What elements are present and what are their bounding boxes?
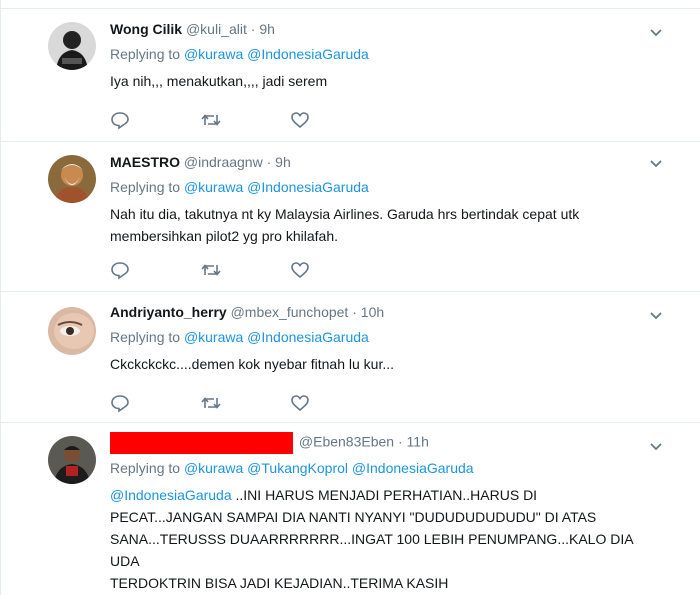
replying-to: Replying to @kurawa @IndonesiaGaruda bbox=[110, 327, 660, 347]
tweet-text: @IndonesiaGaruda ..INI HARUS MENJADI PER… bbox=[110, 484, 660, 594]
timestamp[interactable]: 9h bbox=[275, 154, 291, 170]
tweet-text-line: PECAT...JANGAN SAMPAI DIA NANTI NYANYI "… bbox=[110, 509, 597, 525]
separator-dot: · bbox=[266, 154, 272, 170]
tweet-header: MAESTRO @indraagnw · 9h bbox=[110, 153, 660, 171]
reply-icon bbox=[111, 112, 129, 130]
mention-link[interactable]: @IndonesiaGaruda bbox=[352, 460, 474, 476]
mention-link[interactable]: @IndonesiaGaruda bbox=[247, 329, 369, 345]
tweet-text-line: membersihkan pilot2 yg pro khilafah. bbox=[110, 228, 339, 244]
chevron-down-icon[interactable] bbox=[648, 25, 664, 41]
mention-link[interactable]: @kurawa bbox=[184, 179, 243, 195]
tweet-header: Wong Cilik @kuli_alit · 9h bbox=[110, 20, 660, 38]
tweet-text: Nah itu dia, takutnya nt ky Malaysia Air… bbox=[110, 203, 660, 247]
avatar-wong-cilik[interactable] bbox=[48, 22, 96, 70]
separator-dot: · bbox=[352, 304, 357, 320]
user-handle[interactable]: @indraagnw bbox=[184, 154, 263, 170]
reply-button[interactable] bbox=[110, 110, 200, 132]
chevron-down-icon[interactable] bbox=[648, 308, 664, 324]
replying-to: Replying to @kurawa @IndonesiaGaruda bbox=[110, 177, 660, 197]
separator-dot: · bbox=[250, 21, 256, 37]
reply-button[interactable] bbox=[110, 260, 200, 282]
avatar-maestro[interactable] bbox=[48, 155, 96, 203]
mention-link[interactable]: @kurawa bbox=[184, 46, 243, 62]
reply-button[interactable] bbox=[110, 393, 200, 415]
timestamp[interactable]: 11h bbox=[407, 434, 429, 450]
replying-to: Replying to @kurawa @TukangKoprol @Indon… bbox=[110, 458, 660, 478]
tweet-text-line: SANA...TERUSSS DUAARRRRRRR...INGAT 100 L… bbox=[110, 531, 633, 569]
user-handle[interactable]: @mbex_funchopet bbox=[231, 304, 349, 320]
separator-dot: · bbox=[397, 433, 403, 450]
replying-to-label: Replying to bbox=[110, 460, 181, 476]
tweet-text-line: Nah itu dia, takutnya nt ky Malaysia Air… bbox=[110, 206, 580, 222]
redacted-name bbox=[110, 432, 293, 454]
tweet-text-fragment: ..INI HARUS MENJADI PERHATIAN..HARUS DI bbox=[231, 487, 538, 503]
tweet-header: Andriyanto_herry @mbex_funchopet · 10h bbox=[110, 303, 660, 321]
like-button[interactable] bbox=[290, 110, 380, 132]
like-icon bbox=[291, 395, 309, 412]
display-name[interactable]: Wong Cilik bbox=[110, 21, 182, 37]
user-handle[interactable]: @Eben83Eben bbox=[299, 434, 394, 450]
user-handle[interactable]: @kuli_alit bbox=[186, 21, 247, 37]
chevron-down-icon[interactable] bbox=[648, 156, 664, 172]
tweet-3[interactable]: Andriyanto_herry @mbex_funchopet · 10h R… bbox=[0, 292, 700, 423]
tweet-2[interactable]: MAESTRO @indraagnw · 9h Replying to @kur… bbox=[0, 142, 700, 292]
reply-icon bbox=[111, 262, 129, 280]
mention-link[interactable]: @IndonesiaGaruda bbox=[247, 179, 369, 195]
replying-to-label: Replying to bbox=[110, 179, 181, 195]
like-icon bbox=[291, 112, 309, 129]
retweet-button[interactable] bbox=[200, 260, 290, 282]
tweet-text: Iya nih,,, menakutkan,,,, jadi serem bbox=[110, 73, 328, 89]
retweet-icon bbox=[201, 114, 221, 126]
avatar-eben83eben[interactable] bbox=[48, 436, 96, 484]
mention-link[interactable]: @TukangKoprol bbox=[247, 460, 348, 476]
display-name[interactable]: Andriyanto_herry bbox=[110, 304, 227, 320]
retweet-icon bbox=[201, 397, 221, 409]
mention-link[interactable]: @IndonesiaGaruda bbox=[247, 46, 369, 62]
mention-link[interactable]: @kurawa bbox=[184, 329, 243, 345]
replying-to-label: Replying to bbox=[110, 329, 181, 345]
retweet-icon bbox=[201, 264, 221, 276]
tweet-text-line: @IndonesiaGaruda ..INI HARUS MENJADI PER… bbox=[110, 484, 660, 506]
like-button[interactable] bbox=[290, 393, 380, 415]
replying-to: Replying to @kurawa @IndonesiaGaruda bbox=[110, 44, 660, 64]
tweet-text-line: TERDOKTRIN BISA JADI KEJADIAN..TERIMA KA… bbox=[110, 575, 449, 591]
retweet-button[interactable] bbox=[200, 110, 290, 132]
tweet-text: Ckckckckc....demen kok nyebar fitnah lu … bbox=[110, 356, 395, 372]
chevron-down-icon[interactable] bbox=[648, 439, 664, 455]
retweet-button[interactable] bbox=[200, 393, 290, 415]
tweet-header: @Eben83Eben · 11h bbox=[110, 432, 660, 454]
tweet-1[interactable]: Wong Cilik @kuli_alit · 9h Replying to @… bbox=[0, 9, 700, 142]
display-name[interactable]: MAESTRO bbox=[110, 154, 180, 170]
avatar-andriyanto-herry[interactable] bbox=[48, 307, 96, 355]
reply-icon bbox=[111, 395, 129, 413]
mention-link[interactable]: @IndonesiaGaruda bbox=[110, 487, 232, 503]
mention-link[interactable]: @kurawa bbox=[184, 460, 243, 476]
like-button[interactable] bbox=[290, 260, 380, 282]
timestamp[interactable]: 9h bbox=[259, 21, 275, 37]
timestamp[interactable]: 10h bbox=[361, 304, 384, 320]
replying-to-label: Replying to bbox=[110, 46, 181, 62]
like-icon bbox=[291, 262, 309, 279]
tweet-4[interactable]: @Eben83Eben · 11h Replying to @kurawa @T… bbox=[0, 423, 700, 595]
